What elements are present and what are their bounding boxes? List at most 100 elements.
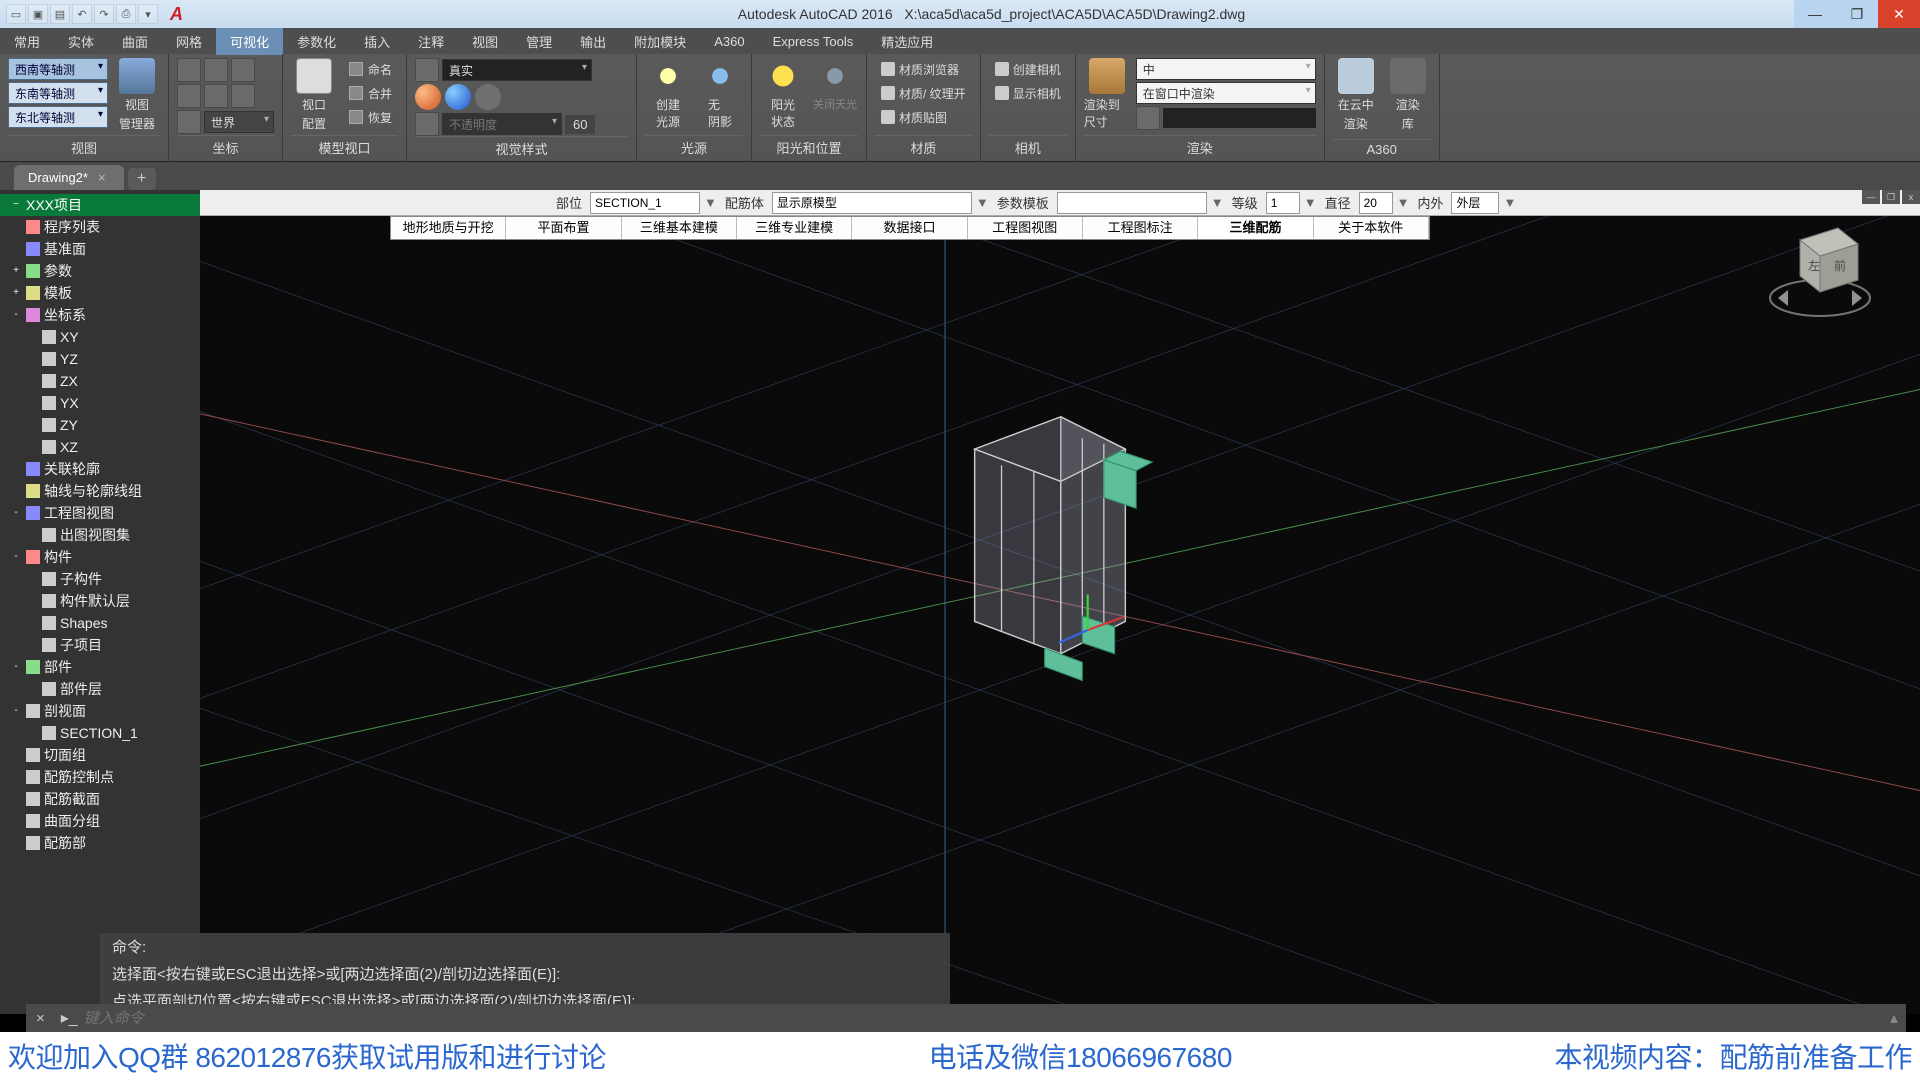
visual-style-dropdown[interactable]: 真实: [442, 59, 592, 81]
qat-print-icon[interactable]: ⎙: [116, 4, 136, 24]
tree-child[interactable]: 出图视图集: [0, 524, 200, 546]
tree-node[interactable]: -剖视面: [0, 700, 200, 722]
tree-node[interactable]: 配筋截面: [0, 788, 200, 810]
close-tab-icon[interactable]: ×: [98, 170, 106, 185]
ucs-btn-3[interactable]: [231, 58, 255, 82]
viewport[interactable]: — ❐ x: [200, 190, 1920, 1014]
tree-child[interactable]: SECTION_1: [0, 722, 200, 744]
show-camera-button[interactable]: 显示相机: [989, 82, 1067, 104]
render-small-1[interactable]: [1136, 106, 1160, 130]
plugin-tab[interactable]: 平面布置: [506, 217, 621, 239]
tree-node[interactable]: -工程图视图: [0, 502, 200, 524]
render-library-button[interactable]: 渲染库: [1385, 58, 1431, 132]
skylight-off-button[interactable]: 关闭天光: [812, 58, 858, 112]
ucs-world-dropdown[interactable]: 世界: [204, 111, 274, 133]
plugin-tab[interactable]: 工程图视图: [968, 217, 1083, 239]
tree-node[interactable]: 配筋部: [0, 832, 200, 854]
tree-child[interactable]: XZ: [0, 436, 200, 458]
ucs-btn-7[interactable]: [177, 110, 201, 134]
tree-node[interactable]: -部件: [0, 656, 200, 678]
viewport-named-button[interactable]: 命名: [343, 58, 398, 80]
opacity-input[interactable]: 不透明度: [442, 113, 562, 135]
sphere-orange-icon[interactable]: [415, 84, 441, 110]
render-to-size-button[interactable]: 渲染到尺寸: [1084, 58, 1130, 130]
viewport-merge-button[interactable]: 合并: [343, 82, 398, 104]
tb2-rebar-value[interactable]: [772, 192, 972, 214]
qat-undo-icon[interactable]: ↶: [72, 4, 92, 24]
create-light-button[interactable]: 创建 光源: [645, 58, 691, 130]
material-stickers-button[interactable]: 材质贴图: [875, 106, 972, 128]
sphere-blue-icon[interactable]: [445, 84, 471, 110]
tree-node[interactable]: 配筋控制点: [0, 766, 200, 788]
menu-tab[interactable]: A360: [700, 30, 758, 53]
cmd-expand-icon[interactable]: ▴: [1882, 1008, 1906, 1028]
tree-node[interactable]: -构件: [0, 546, 200, 568]
menu-tab[interactable]: 管理: [512, 28, 566, 55]
tb2-level-value[interactable]: [1266, 192, 1300, 214]
tb2-part-value[interactable]: [590, 192, 700, 214]
sphere-gray-icon[interactable]: [475, 84, 501, 110]
plugin-tab[interactable]: 数据接口: [852, 217, 967, 239]
render-target-dropdown[interactable]: 在窗口中渲染: [1136, 82, 1316, 104]
tree-node[interactable]: 关联轮廓: [0, 458, 200, 480]
menu-tab[interactable]: Express Tools: [759, 30, 868, 53]
ucs-btn-2[interactable]: [204, 58, 228, 82]
no-shadow-button[interactable]: 无 阴影: [697, 58, 743, 130]
plugin-tab[interactable]: 三维基本建模: [622, 217, 737, 239]
material-texture-button[interactable]: 材质/ 纹理开: [875, 82, 972, 104]
menu-tab[interactable]: 可视化: [216, 28, 283, 55]
render-quality-dropdown[interactable]: 中: [1136, 58, 1316, 80]
tree-child[interactable]: ZX: [0, 370, 200, 392]
menu-tab[interactable]: 曲面: [108, 28, 162, 55]
cmd-close-icon[interactable]: ×: [26, 1010, 55, 1027]
viewcube[interactable]: 左 前: [1760, 210, 1880, 330]
tree-child[interactable]: 构件默认层: [0, 590, 200, 612]
menu-tab[interactable]: 注释: [404, 28, 458, 55]
plugin-tab[interactable]: 地形地质与开挖: [391, 217, 506, 239]
maximize-button[interactable]: ❐: [1836, 0, 1878, 28]
plugin-tab[interactable]: 三维专业建模: [737, 217, 852, 239]
tb2-dia-value[interactable]: [1359, 192, 1393, 214]
create-camera-button[interactable]: 创建相机: [989, 58, 1067, 80]
tree-child[interactable]: ZY: [0, 414, 200, 436]
qat-save-icon[interactable]: ▤: [50, 4, 70, 24]
qat-open-icon[interactable]: ▣: [28, 4, 48, 24]
vp-max-icon[interactable]: ❐: [1882, 190, 1900, 204]
tree-node[interactable]: 程序列表: [0, 216, 200, 238]
tb2-inout-value[interactable]: [1451, 192, 1499, 214]
close-button[interactable]: ✕: [1878, 0, 1920, 28]
menu-tab[interactable]: 实体: [54, 28, 108, 55]
tree-child[interactable]: YZ: [0, 348, 200, 370]
tree-root[interactable]: −XXX项目: [0, 194, 200, 216]
menu-tab[interactable]: 精选应用: [867, 28, 947, 55]
viewport-config-button[interactable]: 视口配置: [291, 58, 337, 132]
tree-child[interactable]: Shapes: [0, 612, 200, 634]
command-input[interactable]: [84, 1010, 1882, 1027]
tree-child[interactable]: 子构件: [0, 568, 200, 590]
tree-child[interactable]: XY: [0, 326, 200, 348]
view-sw-isometric[interactable]: 西南等轴测: [8, 58, 108, 80]
tree-node[interactable]: 切面组: [0, 744, 200, 766]
cloud-render-button[interactable]: 在云中渲染: [1333, 58, 1379, 132]
plugin-tab[interactable]: 三维配筋: [1198, 217, 1313, 239]
view-manager-button[interactable]: 视图管理器: [114, 58, 160, 132]
project-tree[interactable]: −XXX项目 程序列表基准面+参数+模板-坐标系XYYZZXYXZYXZ关联轮廓…: [0, 190, 200, 1014]
cmd-chevron-icon[interactable]: ▸_: [55, 1008, 84, 1028]
qat-new-icon[interactable]: ▭: [6, 4, 26, 24]
tree-node[interactable]: +参数: [0, 260, 200, 282]
material-browser-button[interactable]: 材质浏览器: [875, 58, 972, 80]
file-tab-drawing2[interactable]: Drawing2*×: [14, 165, 124, 190]
menu-tab[interactable]: 输出: [566, 28, 620, 55]
menu-tab[interactable]: 附加模块: [620, 28, 700, 55]
qat-redo-icon[interactable]: ↷: [94, 4, 114, 24]
ucs-btn-6[interactable]: [231, 84, 255, 108]
vp-min-icon[interactable]: —: [1862, 190, 1880, 204]
tb2-tmpl-value[interactable]: [1057, 192, 1207, 214]
tree-child[interactable]: 子项目: [0, 634, 200, 656]
menu-tab[interactable]: 常用: [0, 28, 54, 55]
tree-node[interactable]: 基准面: [0, 238, 200, 260]
tree-node[interactable]: 轴线与轮廓线组: [0, 480, 200, 502]
app-logo-icon[interactable]: A: [170, 4, 183, 25]
tree-node[interactable]: -坐标系: [0, 304, 200, 326]
viewport-restore-button[interactable]: 恢复: [343, 106, 398, 128]
